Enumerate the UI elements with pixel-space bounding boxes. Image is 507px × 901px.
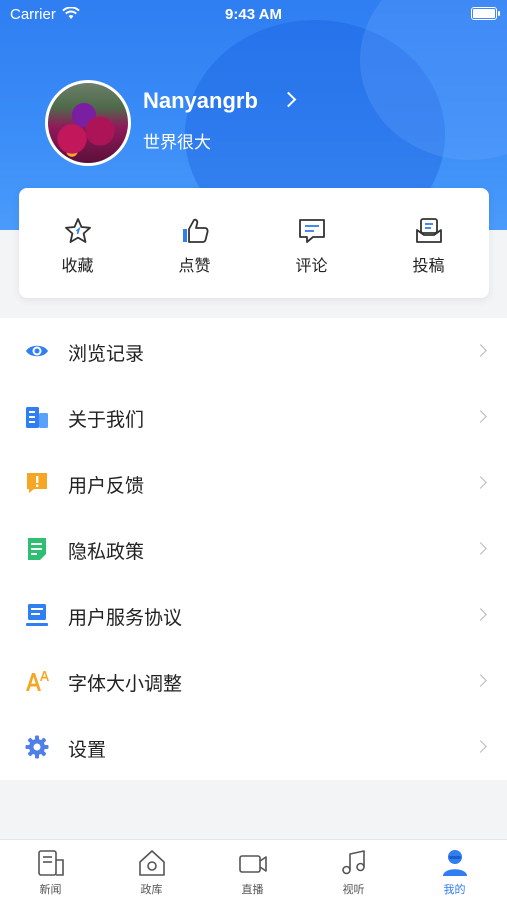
tab-mine[interactable]: 我的 [404, 840, 505, 901]
comment-icon [299, 219, 325, 243]
feedback-icon [27, 473, 47, 493]
chevron-right-icon [474, 740, 487, 753]
eye-icon [26, 345, 48, 357]
chevron-right-icon [474, 476, 487, 489]
menu-item-about[interactable]: 关于我们 [0, 384, 507, 450]
chevron-right-icon [474, 344, 487, 357]
submit-icon [416, 218, 442, 243]
menu-item-history[interactable]: 浏览记录 [0, 318, 507, 384]
bottom-tab-bar: 新闻 政库 直播 视听 我的 [0, 839, 507, 901]
tab-label: 政库 [140, 883, 163, 896]
user-icon [443, 850, 467, 876]
tab-label: 我的 [443, 883, 466, 896]
home-icon [139, 850, 165, 876]
star-icon [65, 218, 91, 243]
tab-audiovisual[interactable]: 视听 [303, 840, 404, 901]
music-icon [342, 850, 365, 875]
user-motto: 世界很大 [143, 133, 211, 153]
menu-item-label: 字体大小调整 [68, 673, 183, 695]
news-icon [38, 850, 64, 876]
battery-icon [471, 7, 500, 20]
tab-news[interactable]: 新闻 [0, 840, 101, 901]
menu-item-label: 用户服务协议 [68, 607, 183, 629]
chevron-right-icon [474, 608, 487, 621]
comments-button[interactable]: 评论 [253, 188, 370, 298]
menu-item-font-size[interactable]: 字体大小调整 [0, 648, 507, 714]
menu-item-label: 浏览记录 [68, 343, 145, 365]
chevron-right-icon [474, 542, 487, 555]
menu-list: 浏览记录 关于我们 用户反馈 隐私政策 用户服务协议 字体大小调整 设置 [0, 318, 507, 780]
tab-live[interactable]: 直播 [202, 840, 303, 901]
submit-button[interactable]: 投稿 [370, 188, 487, 298]
menu-item-label: 关于我们 [68, 409, 145, 431]
menu-item-label: 用户反馈 [68, 475, 145, 497]
video-icon [239, 855, 267, 873]
menu-item-privacy[interactable]: 隐私政策 [0, 516, 507, 582]
likes-label: 点赞 [178, 256, 211, 275]
thumbs-up-icon [183, 218, 209, 243]
menu-item-settings[interactable]: 设置 [0, 714, 507, 780]
avatar[interactable] [45, 80, 131, 166]
likes-button[interactable]: 点赞 [136, 188, 253, 298]
menu-item-label: 隐私政策 [68, 541, 145, 563]
menu-item-agreement[interactable]: 用户服务协议 [0, 582, 507, 648]
menu-item-feedback[interactable]: 用户反馈 [0, 450, 507, 516]
tab-label: 新闻 [39, 883, 62, 896]
gear-icon [25, 735, 49, 759]
chevron-right-icon [474, 410, 487, 423]
tab-label: 直播 [241, 883, 264, 896]
favorites-label: 收藏 [61, 256, 94, 275]
favorites-button[interactable]: 收藏 [19, 188, 136, 298]
building-icon [26, 407, 48, 428]
menu-item-label: 设置 [68, 739, 107, 761]
chevron-right-icon [474, 674, 487, 687]
comments-label: 评论 [295, 256, 328, 275]
agreement-icon [26, 604, 48, 626]
quick-actions-card: 收藏 点赞 评论 投稿 [19, 188, 489, 298]
document-icon [28, 538, 46, 560]
username[interactable]: Nanyangrb [143, 88, 258, 114]
status-bar: Carrier 9:43 AM [0, 0, 507, 28]
tab-label: 视听 [342, 883, 365, 896]
submit-label: 投稿 [412, 256, 445, 275]
font-size-icon [26, 671, 49, 691]
tab-library[interactable]: 政库 [101, 840, 202, 901]
clock: 9:43 AM [225, 6, 282, 23]
